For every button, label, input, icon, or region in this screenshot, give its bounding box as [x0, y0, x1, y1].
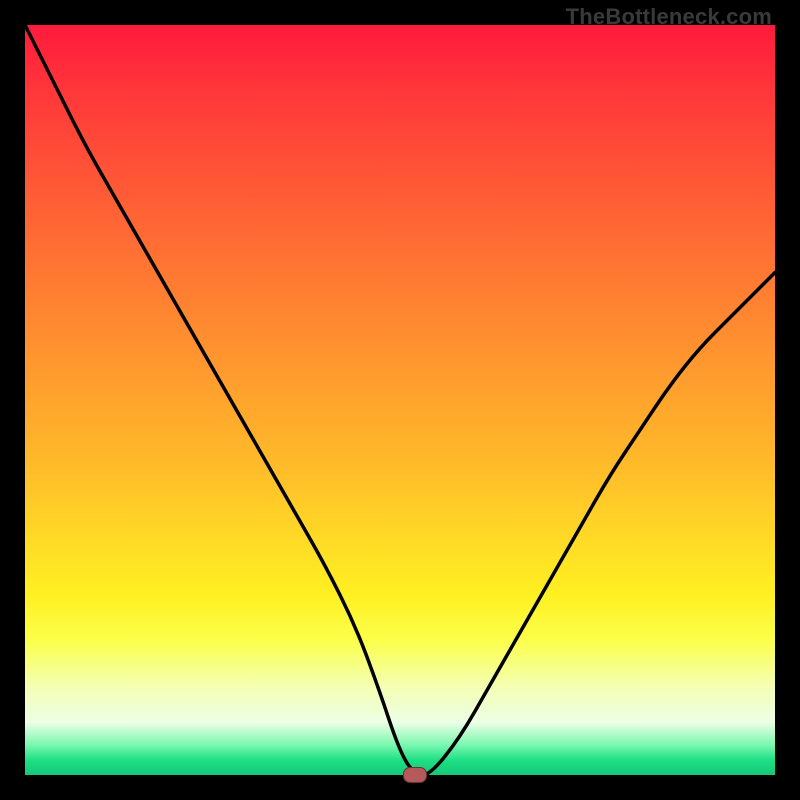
outer-frame: TheBottleneck.com: [0, 0, 800, 800]
bottleneck-marker: [403, 767, 427, 783]
plot-area: [25, 25, 775, 775]
watermark-text: TheBottleneck.com: [566, 4, 772, 30]
